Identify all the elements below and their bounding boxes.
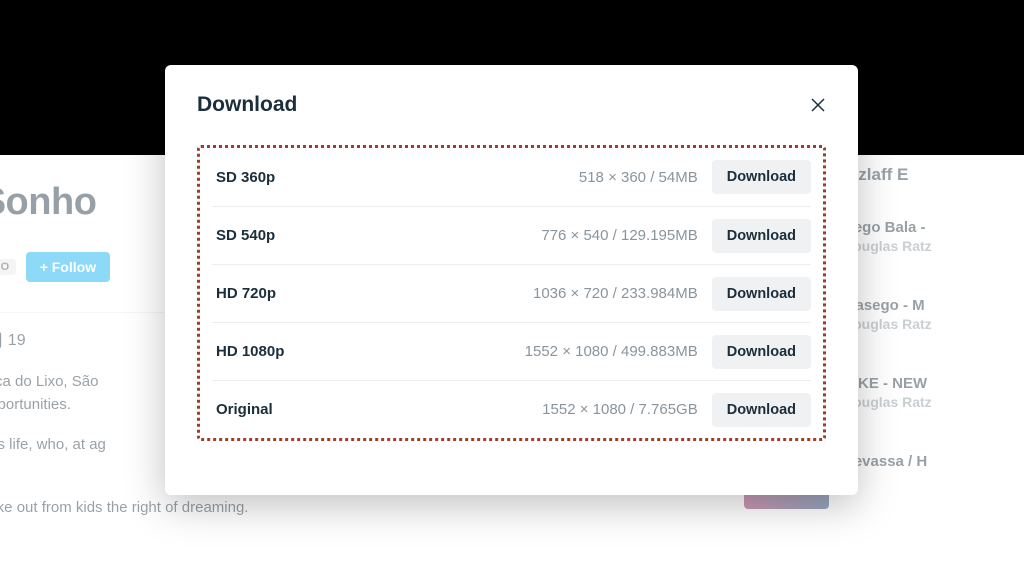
- download-button[interactable]: Download: [712, 160, 811, 194]
- comments-count: 19: [8, 332, 26, 350]
- quality-label: HD 1080p: [212, 343, 352, 360]
- desc-text: ystem take out from kids the right of dr…: [0, 499, 248, 516]
- comment-icon: [0, 331, 2, 351]
- quality-label: SD 360p: [212, 169, 352, 186]
- quality-dimensions: 1552 × 1080 / 499.883MB: [352, 343, 712, 360]
- download-option-row: HD 1080p 1552 × 1080 / 499.883MB Downloa…: [212, 322, 811, 380]
- desc-text: ed in Boca do Lixo, São: [0, 373, 98, 390]
- download-option-row: SD 540p 776 × 540 / 129.195MB Download: [212, 206, 811, 264]
- desc-text: many opportunities.: [0, 396, 71, 413]
- quality-label: SD 540p: [212, 227, 352, 244]
- desc-text: s from his life, who, at ag: [0, 436, 106, 453]
- quality-label: HD 720p: [212, 285, 352, 302]
- quality-dimensions: 1036 × 720 / 233.984MB: [352, 285, 712, 302]
- close-button[interactable]: [804, 91, 832, 119]
- quality-dimensions: 776 × 540 / 129.195MB: [352, 227, 712, 244]
- quality-dimensions: 1552 × 1080 / 7.765GB: [352, 401, 712, 418]
- comments-stat[interactable]: 19: [0, 331, 26, 351]
- download-option-row: SD 360p 518 × 360 / 54MB Download: [212, 148, 811, 206]
- download-button[interactable]: Download: [712, 393, 811, 427]
- follow-button[interactable]: + Follow: [26, 252, 110, 282]
- modal-title: Download: [197, 93, 826, 117]
- quality-label: Original: [212, 401, 352, 418]
- download-option-row: HD 720p 1036 × 720 / 233.984MB Download: [212, 264, 811, 322]
- close-icon: [809, 96, 827, 114]
- pro-badge: PRO: [0, 259, 16, 275]
- quality-dimensions: 518 × 360 / 54MB: [352, 169, 712, 186]
- download-button[interactable]: Download: [712, 277, 811, 311]
- download-button[interactable]: Download: [712, 335, 811, 369]
- download-button[interactable]: Download: [712, 219, 811, 253]
- download-modal: Download SD 360p 518 × 360 / 54MB Downlo…: [165, 65, 858, 495]
- download-options-list: SD 360p 518 × 360 / 54MB Download SD 540…: [197, 145, 826, 441]
- download-option-row: Original 1552 × 1080 / 7.765GB Download: [212, 380, 811, 438]
